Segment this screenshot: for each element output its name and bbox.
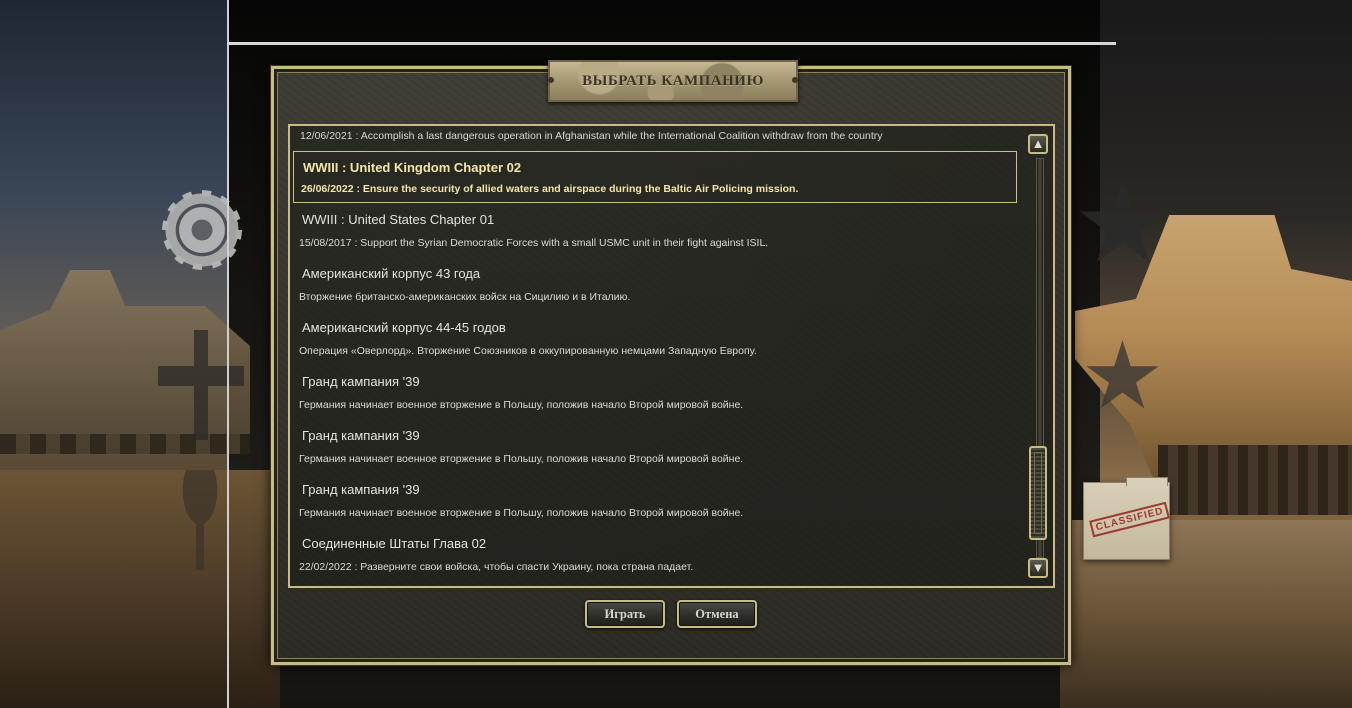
campaign-title: Гранд кампания '39 xyxy=(302,374,420,389)
cross-emblem-icon xyxy=(158,330,244,440)
campaign-title: WWIII : United Kingdom Chapter 02 xyxy=(303,160,522,175)
scroll-thumb[interactable] xyxy=(1029,446,1047,540)
campaign-list-item[interactable]: Гранд кампания '39 Германия начинает воен… xyxy=(293,475,1017,527)
campaign-description: Вторжение британско-американских войск н… xyxy=(299,291,631,303)
arrow-down-icon: ▼ xyxy=(1031,560,1045,575)
cancel-button[interactable]: Отмена xyxy=(677,600,757,628)
campaign-title: Американский корпус 44-45 годов xyxy=(302,320,506,335)
campaign-list-frame: 12/06/2021 : Accomplish a last dangerous… xyxy=(288,124,1055,588)
select-campaign-dialog: ВЫБРАТЬ КАМПАНИЮ 12/06/2021 : Accomplish… xyxy=(270,60,1072,666)
campaign-description: Операция «Оверлорд». Вторжение Союзников… xyxy=(299,345,757,357)
classified-stamp: CLASSIFIED xyxy=(1089,501,1171,538)
campaign-description: 26/06/2022 : Ensure the security of alli… xyxy=(301,183,799,195)
dialog-title: ВЫБРАТЬ КАМПАНИЮ xyxy=(582,72,764,89)
campaign-list-item[interactable]: Соединенные Штаты Глава 02 22/02/2022 : Р… xyxy=(293,529,1017,581)
campaign-list-item[interactable]: Американский корпус 44-45 годов Операция … xyxy=(293,313,1017,365)
campaign-description: 22/02/2022 : Разверните свои войска, что… xyxy=(299,561,694,573)
campaign-title: Гранд кампания '39 xyxy=(302,482,420,497)
dialog-title-plate: ВЫБРАТЬ КАМПАНИЮ xyxy=(548,60,798,102)
partial-campaign-description[interactable]: 12/06/2021 : Accomplish a last dangerous… xyxy=(300,130,883,142)
scroll-up-button[interactable]: ▲ xyxy=(1028,134,1048,154)
campaign-list-item[interactable]: Гранд кампания '39 Германия начинает воен… xyxy=(293,421,1017,473)
campaign-description: Германия начинает военное вторжение в По… xyxy=(299,399,744,411)
classified-folder-icon: CLASSIFIED xyxy=(1083,477,1171,560)
campaign-description: 15/08/2017 : Support the Syrian Democrat… xyxy=(299,237,769,249)
arrow-up-icon: ▲ xyxy=(1031,136,1045,151)
play-button[interactable]: Играть xyxy=(585,600,665,628)
scroll-down-button[interactable]: ▼ xyxy=(1028,558,1048,578)
campaign-description: Германия начинает военное вторжение в По… xyxy=(299,507,744,519)
campaign-title: Гранд кампания '39 xyxy=(302,428,420,443)
vehicle-tracks xyxy=(1158,445,1352,515)
campaign-title: WWIII : United States Chapter 01 xyxy=(302,212,495,227)
campaign-title: Соединенные Штаты Глава 02 xyxy=(302,536,487,551)
campaign-list-item[interactable]: Гранд кампания '39 Германия начинает воен… xyxy=(293,367,1017,419)
campaign-list-item[interactable]: WWIII : United States Chapter 01 15/08/20… xyxy=(293,205,1017,257)
campaign-description: Германия начинает военное вторжение в По… xyxy=(299,453,744,465)
campaign-list-item[interactable]: Американский корпус 43 года Вторжение бри… xyxy=(293,259,1017,311)
campaign-list-scrollbar[interactable]: ▲ ▼ xyxy=(1028,134,1050,580)
campaign-title: Американский корпус 43 года xyxy=(302,266,481,281)
campaign-list-item[interactable]: WWIII : United Kingdom Chapter 02 26/06/2… xyxy=(293,151,1017,203)
divider-vertical xyxy=(227,0,229,708)
divider-horizontal xyxy=(228,42,1116,45)
gear-icon xyxy=(162,190,242,270)
